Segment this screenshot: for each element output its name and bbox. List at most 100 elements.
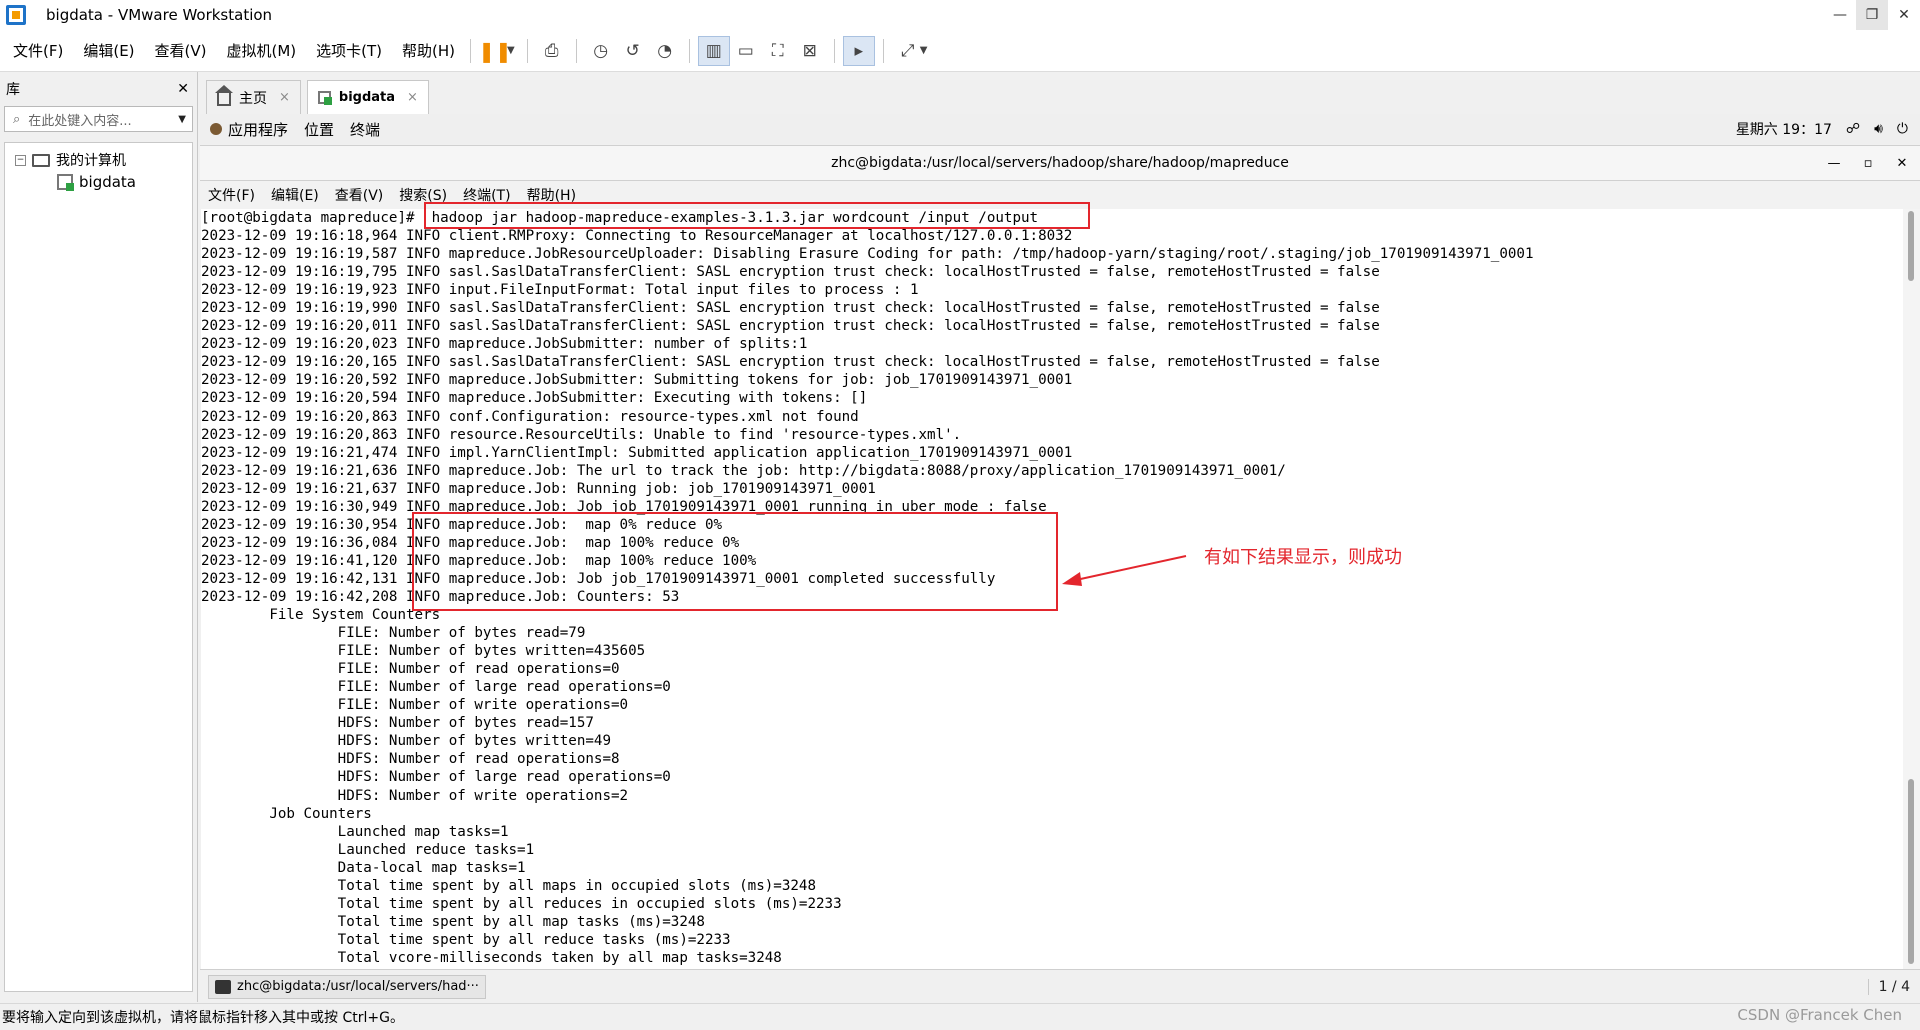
status-text: 要将输入定向到该虚拟机，请将鼠标指针移入其中或按 Ctrl+G。 [2,1010,404,1026]
menubar: 文件(F) 编辑(E) 查看(V) 虚拟机(M) 选项卡(T) 帮助(H) ❚❚… [0,30,1920,72]
restore-button[interactable]: ❐ [1856,0,1888,30]
window-controls: — ❐ ✕ [1824,0,1920,30]
menu-help[interactable]: 帮助(H) [395,40,462,61]
menu-view[interactable]: 查看(V) [148,40,214,61]
home-icon [215,85,233,106]
watermark: CSDN @Francek Chen [1737,1006,1902,1024]
collapse-icon[interactable]: − [15,154,26,166]
power-icon[interactable]: ⏻ [1897,121,1908,137]
tree-item-bigdata[interactable]: bigdata [5,171,192,193]
terminal-line: 2023-12-09 19:16:19,990 INFO sasl.SaslDa… [201,300,1380,317]
terminal-maximize-button[interactable]: ▫ [1856,156,1880,171]
tree-item-my-computer[interactable]: − 我的计算机 [5,149,192,171]
snapshot-icon[interactable]: ◷ [585,36,617,66]
terminal-line: 2023-12-09 19:16:19,923 INFO input.FileI… [201,282,919,299]
tab-label: bigdata [338,90,396,105]
library-tree: − 我的计算机 bigdata [4,142,193,992]
terminal-line: HDFS: Number of large read operations=0 [201,769,671,786]
unity-icon[interactable]: ⊠ [794,36,826,66]
tab-home[interactable]: 主页 × [206,80,301,114]
command-highlight-box [424,202,1090,229]
snapshot-manager-icon[interactable]: ◔ [649,36,681,66]
network-icon[interactable]: ☍ [1846,121,1860,137]
terminal-line: 2023-12-09 19:16:19,587 INFO mapreduce.J… [201,246,1534,263]
vm-tabs: 主页 × bigdata × [200,78,1920,114]
terminal-window-controls: — ▫ ✕ [1822,146,1914,180]
guest-status-area: 星期六 19：17 ☍ 🔊︎ ⏻ [1736,119,1908,139]
tab-close-icon[interactable]: × [279,90,290,105]
window-title: bigdata - VMware Workstation [46,6,273,24]
close-button[interactable]: ✕ [1888,0,1920,30]
scrollbar-thumb[interactable] [1908,779,1914,964]
stretch-dropdown-icon[interactable]: ▼ [920,45,928,56]
toolbar-separator [526,38,528,63]
terminal-line: Total vcore-milliseconds taken by all ma… [201,949,782,966]
show-library-icon[interactable]: ▥ [697,35,730,66]
library-search-input[interactable]: ⌕ 在此处键入内容... ▼ [4,106,193,132]
library-search-placeholder: 在此处键入内容... [28,113,132,129]
terminal-line: HDFS: Number of write operations=2 [201,787,629,804]
thumbnail-bar-icon[interactable]: ▭ [730,36,762,66]
terminal-line: FILE: Number of write operations=0 [201,697,629,714]
terminal-line: 2023-12-09 19:16:20,011 INFO sasl.SaslDa… [201,318,1380,335]
workspace-indicator[interactable]: 1 / 4 [1867,978,1910,995]
console-view-icon[interactable]: ▸ [842,35,875,66]
send-ctrl-alt-del-icon[interactable]: ⎙ [536,36,568,66]
terminal-scrollbar[interactable] [1903,209,1920,969]
library-header: 库 ✕ [0,72,197,106]
guest-clock[interactable]: 星期六 19：17 [1736,119,1832,139]
toolbar-separator [882,38,884,63]
taskbar-terminal-item[interactable]: zhc@bigdata:/usr/local/servers/had··· [208,974,486,999]
minimize-button[interactable]: — [1824,0,1856,30]
terminal-line: FILE: Number of bytes read=79 [201,625,586,642]
window-titlebar: bigdata - VMware Workstation — ❐ ✕ [0,0,1920,30]
terminal-line: 2023-12-09 19:16:21,637 INFO mapreduce.J… [201,480,876,497]
terminal-menu-edit[interactable]: 编辑(E) [271,185,319,205]
menu-edit[interactable]: 编辑(E) [76,40,141,61]
places-menu[interactable]: 位置 [304,119,334,140]
terminal-line: FILE: Number of bytes written=435605 [201,643,646,660]
menu-file[interactable]: 文件(F) [6,40,70,61]
tab-label: 主页 [239,90,267,107]
tab-close-icon[interactable]: × [407,90,418,105]
terminal-line: Launched reduce tasks=1 [201,841,535,858]
terminal-line: FILE: Number of large read operations=0 [201,679,671,696]
terminal-close-button[interactable]: ✕ [1890,156,1914,171]
success-highlight-box [412,512,1058,611]
tab-bigdata[interactable]: bigdata × [306,80,429,114]
applications-menu[interactable]: 应用程序 [210,119,288,140]
annotation-arrow-icon [1062,555,1187,586]
terminal-line: HDFS: Number of read operations=8 [201,751,620,768]
tree-item-label: 我的计算机 [56,153,126,169]
applications-label: 应用程序 [228,120,289,139]
pause-dropdown-icon[interactable]: ▼ [507,45,515,56]
terminal-line: Job Counters [201,805,372,822]
guest-top-bar: 应用程序 位置 终端 星期六 19：17 ☍ 🔊︎ ⏻ [200,114,1920,144]
terminal-line: HDFS: Number of bytes read=157 [201,715,594,732]
full-screen-icon[interactable]: ⛶ [762,36,794,66]
volume-icon[interactable]: 🔊︎ [1874,121,1883,137]
terminal-menu-view[interactable]: 查看(V) [335,185,384,205]
terminal-line: Total time spent by all maps in occupied… [201,877,816,894]
terminal-minimize-button[interactable]: — [1822,156,1846,171]
terminal-line: Launched map tasks=1 [201,823,509,840]
annotation-text: 有如下结果显示，则成功 [1204,547,1402,568]
toolbar-separator [470,38,472,63]
terminal-line: 2023-12-09 19:16:19,795 INFO sasl.SaslDa… [201,264,1380,281]
tree-item-label: bigdata [79,173,136,191]
menu-tabs[interactable]: 选项卡(T) [309,40,389,61]
terminal-line: Total time spent by all reduce tasks (ms… [201,931,731,948]
terminal-menu[interactable]: 终端 [350,119,380,140]
terminal-title: zhc@bigdata:/usr/local/servers/hadoop/sh… [831,155,1289,171]
search-dropdown-icon[interactable]: ▼ [178,114,186,125]
revert-snapshot-icon[interactable]: ↺ [617,36,649,66]
scrollbar-top-thumb[interactable] [1908,211,1914,281]
terminal-line: FILE: Number of read operations=0 [201,661,620,678]
menu-vm[interactable]: 虚拟机(M) [220,40,304,61]
terminal-line: Total time spent by all map tasks (ms)=3… [201,913,705,930]
vm-tab-icon [317,91,332,105]
library-close-icon[interactable]: ✕ [177,81,189,97]
terminal-line: 2023-12-09 19:16:20,594 INFO mapreduce.J… [201,390,868,407]
terminal-icon [215,979,231,994]
terminal-menu-file[interactable]: 文件(F) [208,185,255,205]
